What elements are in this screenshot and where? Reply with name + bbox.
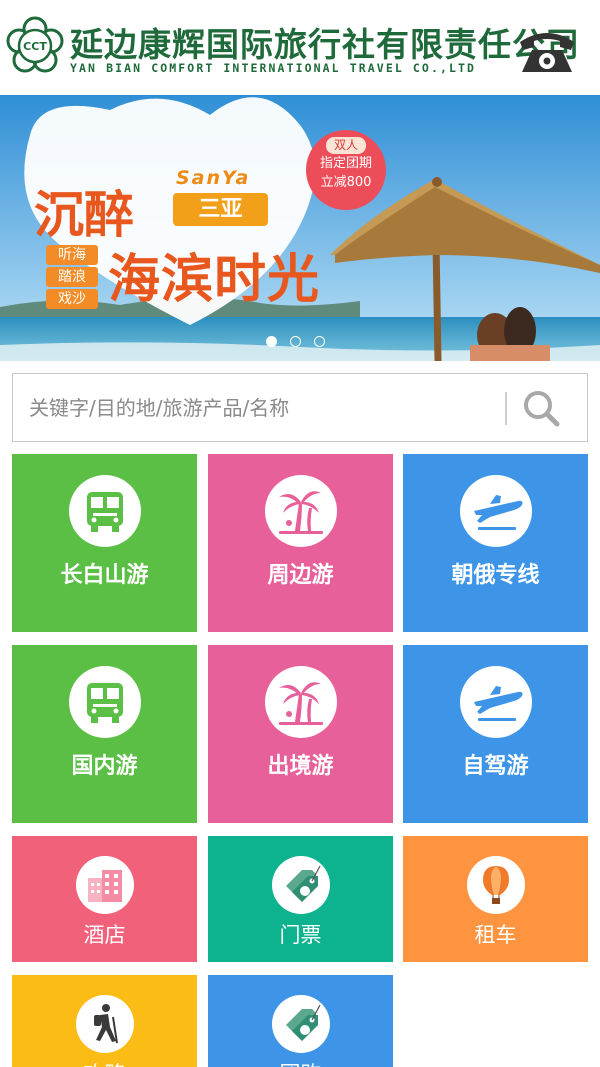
category-label: 租车 — [474, 923, 517, 947]
search-bar — [12, 373, 588, 442]
search-icon[interactable] — [519, 388, 565, 428]
promo-line-3: 立减800 — [320, 175, 372, 190]
category-label: 攻略 — [12, 1058, 197, 1067]
category-tile[interactable]: 出境游 — [208, 645, 393, 823]
category-label: 自驾游 — [462, 754, 529, 779]
company-name-cn: 延边康辉国际旅行社有限责任公司 — [70, 25, 580, 64]
company-logo-icon: CCT — [6, 16, 64, 73]
palm-tree-icon — [264, 475, 337, 547]
hot-air-balloon-icon — [466, 856, 525, 914]
carousel-dot[interactable] — [314, 336, 325, 347]
banner-tag: 踏浪 — [46, 267, 98, 287]
category-label: 周边游 — [267, 563, 334, 588]
airplane-icon — [459, 666, 532, 738]
promo-line-1: 双人 — [325, 137, 366, 154]
logo-abbr: CCT — [23, 40, 47, 53]
category-tile[interactable]: 门票 — [208, 836, 393, 962]
promo-badge: 双人 指定团期 立减800 — [306, 130, 386, 210]
header: CCT 延边康辉国际旅行社有限责任公司 YAN BIAN COMFORT INT… — [0, 0, 600, 95]
banner-sanya-en: SanYa — [176, 167, 251, 189]
category-tile[interactable]: 周边游 — [208, 454, 393, 632]
category-tile[interactable]: 国内游 — [12, 645, 197, 823]
bus-icon — [68, 475, 141, 547]
company-name-en: YAN BIAN COMFORT INTERNATIONAL TRAVEL CO… — [70, 61, 477, 75]
search-input[interactable] — [29, 388, 499, 428]
promo-line-2: 指定团期 — [319, 156, 372, 171]
category-label: 国内游 — [71, 754, 138, 779]
category-tile[interactable]: 朝俄专线 — [403, 454, 588, 632]
category-label: 朝俄专线 — [451, 563, 540, 588]
ticket-tag-icon — [271, 856, 330, 914]
banner-sanya-cn: 三亚 — [173, 193, 268, 226]
ticket-tag-icon — [271, 995, 330, 1053]
phone-icon[interactable] — [516, 26, 578, 76]
airplane-icon — [459, 475, 532, 547]
search-divider — [505, 392, 507, 425]
carousel-indicators — [266, 332, 338, 351]
category-tile[interactable]: 租车 — [403, 836, 588, 962]
hotel-icon — [75, 856, 134, 914]
banner-tag: 戏沙 — [46, 289, 98, 309]
palm-tree-icon — [264, 666, 337, 738]
category-label: 团购 — [208, 1058, 393, 1067]
hiker-icon — [75, 995, 134, 1053]
promo-banner[interactable]: 沉醉 SanYa 三亚 海滨时光 听海 踏浪 戏沙 双人 指定团期 立减800 — [0, 95, 600, 361]
category-tile[interactable]: 自驾游 — [403, 645, 588, 823]
category-label: 门票 — [279, 923, 322, 947]
category-tile[interactable]: 长白山游 — [12, 454, 197, 632]
category-label: 酒店 — [83, 923, 126, 947]
bus-icon — [68, 666, 141, 738]
banner-tag: 听海 — [46, 245, 98, 265]
carousel-dot[interactable] — [290, 336, 301, 347]
category-tile[interactable]: 团购 — [208, 975, 393, 1067]
category-label: 出境游 — [267, 754, 334, 779]
category-tile[interactable]: 酒店 — [12, 836, 197, 962]
category-tile[interactable]: 攻略 — [12, 975, 197, 1067]
banner-headline-2: 海滨时光 — [108, 249, 321, 310]
category-label: 长白山游 — [60, 563, 149, 588]
carousel-dot[interactable] — [266, 336, 277, 347]
